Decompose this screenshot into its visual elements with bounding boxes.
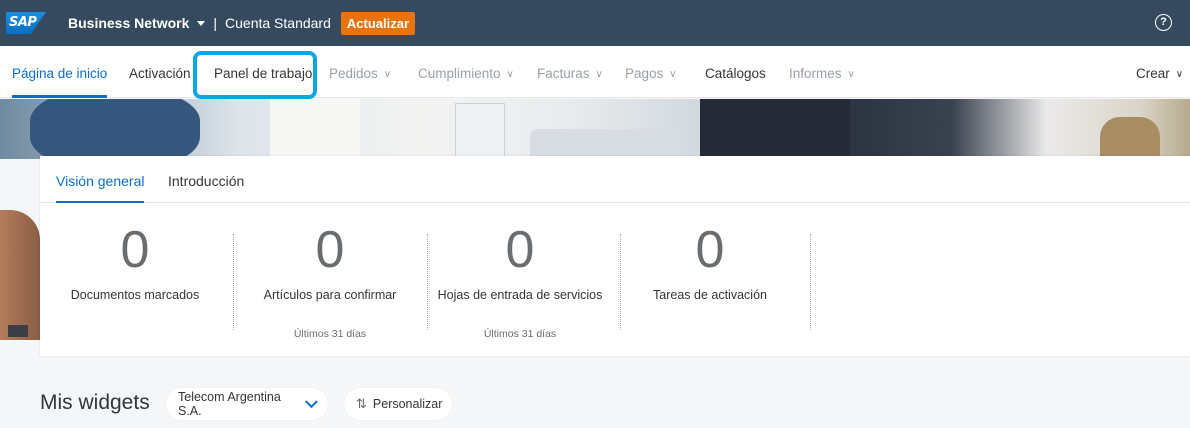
nav-payments-label: Pagos xyxy=(625,66,664,81)
sap-logo[interactable]: SAP xyxy=(0,0,52,46)
chevron-down-icon: ∨ xyxy=(669,69,677,80)
chevron-down-icon: ∨ xyxy=(595,69,603,80)
nav-payments[interactable]: Pagos ∨ xyxy=(625,46,677,98)
widgets-title: Mis widgets xyxy=(40,391,150,414)
nav-reports-label: Informes xyxy=(789,66,842,81)
customer-select-value: Telecom Argentina S.A. xyxy=(178,390,281,418)
personalize-label: Personalizar xyxy=(372,397,443,411)
account-type: Cuenta Standard xyxy=(225,15,331,31)
nav-orders[interactable]: Pedidos ∨ xyxy=(329,46,391,98)
tab-overview[interactable]: Visión general xyxy=(56,173,145,203)
tile-flagged-documents[interactable]: 0 Documentos marcados xyxy=(60,216,210,346)
tile-divider xyxy=(810,234,811,330)
banner-figure xyxy=(0,210,40,340)
banner-shape xyxy=(30,99,200,159)
chevron-down-icon: ∨ xyxy=(383,69,392,80)
nav-fulfillment[interactable]: Cumplimiento ∨ xyxy=(418,46,514,98)
nav-create[interactable]: Crear ∨ xyxy=(1136,46,1183,98)
tile-label: Documentos marcados xyxy=(70,288,200,302)
tile-label: Artículos para confirmar xyxy=(263,288,397,302)
nav-invoices[interactable]: Facturas ∨ xyxy=(537,46,603,98)
nav-orders-label: Pedidos xyxy=(329,66,378,81)
nav-fulfillment-label: Cumplimiento xyxy=(418,66,501,81)
tile-value: 0 xyxy=(505,221,535,279)
product-switcher[interactable]: Business Network xyxy=(68,15,206,31)
nav-activation-label: Activación xyxy=(129,66,191,81)
nav-create-label: Crear xyxy=(1136,66,1170,81)
chevron-down-icon: ∨ xyxy=(1175,69,1184,80)
nav-catalogs-label: Catálogos xyxy=(705,66,766,81)
nav-activation[interactable]: Activación xyxy=(129,46,191,98)
tile-activation-tasks[interactable]: 0 Tareas de activación xyxy=(635,216,785,346)
tab-introduction[interactable]: Introducción xyxy=(168,173,244,189)
nav-reports[interactable]: Informes ∨ xyxy=(789,46,855,98)
banner-shape xyxy=(455,103,505,159)
tile-divider xyxy=(620,234,621,330)
nav-catalogs[interactable]: Catálogos xyxy=(705,46,766,98)
upgrade-button[interactable]: Actualizar xyxy=(340,11,416,35)
product-name: Business Network xyxy=(68,15,190,31)
nav-workbench-label: Panel de trabajo xyxy=(214,66,313,81)
tile-divider xyxy=(427,234,428,330)
tile-service-sheets[interactable]: 0 Hojas de entrada de servicios Últimos … xyxy=(435,216,605,346)
chevron-down-icon: ∨ xyxy=(847,69,855,80)
tile-sub: Últimos 31 días xyxy=(293,328,367,340)
sap-logo-mark: SAP xyxy=(6,12,46,34)
banner-shape xyxy=(270,99,360,159)
banner-shape xyxy=(530,129,680,159)
nav-home[interactable]: Página de inicio xyxy=(12,46,108,98)
tile-divider xyxy=(233,234,234,330)
tile-sub: Últimos 31 días xyxy=(483,328,557,340)
separator: | xyxy=(213,15,218,31)
banner-shape xyxy=(1100,117,1160,159)
tile-label: Tareas de activación xyxy=(653,288,767,302)
personalize-button[interactable]: ⇅ Personalizar xyxy=(344,388,452,420)
overview-card: Visión general Introducción 0 Documentos… xyxy=(40,156,1190,356)
nav-workbench[interactable]: Panel de trabajo xyxy=(214,46,312,98)
tile-value: 0 xyxy=(315,221,345,279)
banner-shape xyxy=(700,99,850,159)
sliders-icon: ⇅ xyxy=(356,396,367,411)
nav-home-label: Página de inicio xyxy=(12,66,108,81)
help-icon[interactable]: ? xyxy=(1155,14,1172,31)
tile-label: Hojas de entrada de servicios xyxy=(437,288,603,302)
chevron-down-icon: ∨ xyxy=(506,69,514,80)
hero-banner xyxy=(0,99,1190,159)
shell-bar: SAP Business Network | Cuenta Standard A… xyxy=(0,0,1190,46)
nav-invoices-label: Facturas xyxy=(537,66,590,81)
chevron-down-icon xyxy=(305,394,318,408)
overview-tabs: Visión general Introducción xyxy=(40,156,1190,203)
customer-select[interactable]: Telecom Argentina S.A. xyxy=(166,388,328,420)
tile-value: 0 xyxy=(120,221,150,279)
caret-down-icon xyxy=(197,20,206,26)
tile-value: 0 xyxy=(695,221,725,279)
main-nav: Página de inicio Activación Panel de tra… xyxy=(0,46,1190,98)
tile-items-to-confirm[interactable]: 0 Artículos para confirmar Últimos 31 dí… xyxy=(250,216,410,346)
